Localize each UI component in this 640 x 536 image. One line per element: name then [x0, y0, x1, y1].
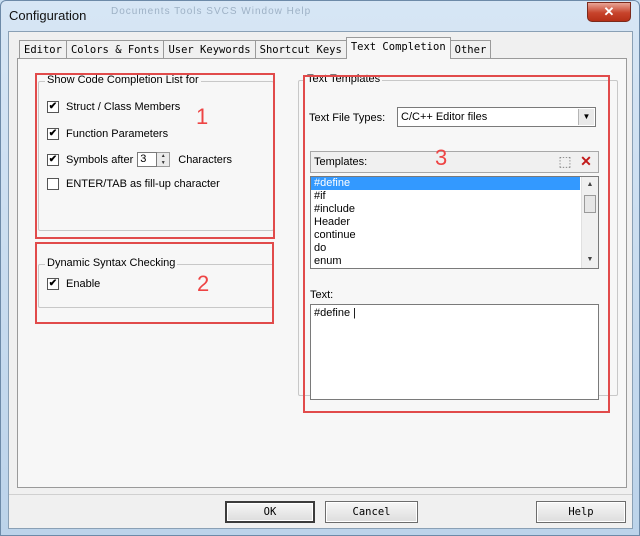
window-title: Configuration	[9, 8, 87, 23]
tab-colors-fonts[interactable]: Colors & Fonts	[65, 40, 165, 59]
close-button[interactable]: ✕	[587, 2, 631, 22]
annotation-number-2: 2	[197, 271, 210, 296]
help-button[interactable]: Help	[536, 501, 626, 523]
annotation-box-3	[303, 75, 610, 413]
ok-button[interactable]: OK	[225, 501, 315, 523]
cancel-button[interactable]: Cancel	[325, 501, 418, 523]
bottom-separator	[9, 494, 632, 495]
background-menu-text: Documents Tools SVCS Window Help	[111, 6, 312, 17]
annotation-number-3: 3	[435, 145, 448, 170]
title-bar[interactable]: Configuration Documents Tools SVCS Windo…	[1, 1, 639, 31]
tab-other[interactable]: Other	[449, 40, 492, 59]
tab-shortcut-keys[interactable]: Shortcut Keys	[254, 40, 347, 59]
annotation-box-2	[35, 242, 274, 324]
annotation-box-1	[35, 73, 275, 239]
configuration-window: Configuration Documents Tools SVCS Windo…	[0, 0, 640, 536]
dialog-client: Editor Colors & Fonts User Keywords Shor…	[8, 31, 633, 529]
close-icon: ✕	[603, 4, 615, 19]
tab-editor[interactable]: Editor	[19, 40, 67, 59]
text-completion-panel: Show Code Completion List for ✔ Struct /…	[17, 58, 627, 488]
tab-strip: Editor Colors & Fonts User Keywords Shor…	[19, 37, 492, 59]
tab-user-keywords[interactable]: User Keywords	[163, 40, 256, 59]
tab-text-completion[interactable]: Text Completion	[345, 37, 451, 59]
annotation-number-1: 1	[196, 104, 209, 129]
